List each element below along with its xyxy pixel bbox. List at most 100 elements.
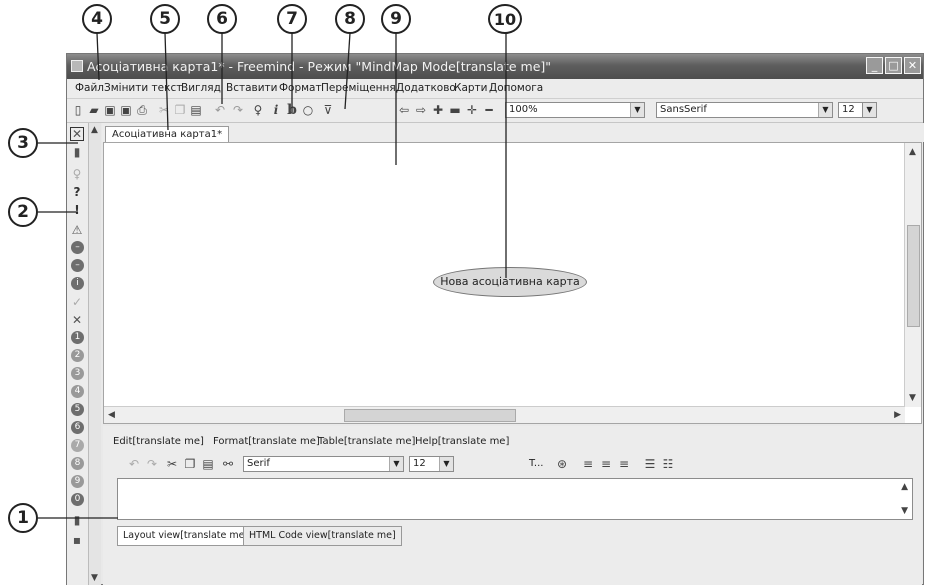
exclamation-icon[interactable]: ! <box>70 203 84 217</box>
forward-arrow-icon[interactable]: ⇨ <box>414 103 428 117</box>
flag-icon[interactable]: ▪ <box>70 533 84 547</box>
scroll-thumb[interactable] <box>344 409 516 422</box>
priority-0-icon[interactable]: 0 <box>71 493 84 506</box>
info-icon[interactable]: i <box>71 277 84 290</box>
font-family-select[interactable]: SansSerif ▼ <box>656 102 833 118</box>
binoculars-icon[interactable]: ⚯ <box>221 457 235 471</box>
warning-icon[interactable]: ⚠ <box>70 223 84 237</box>
note-text-area[interactable]: ▲ ▼ <box>117 478 913 520</box>
icon-toolbar: ✕ ▮ ♀ ? ! ⚠ – – i ✓ ✕ 1 2 3 4 5 6 7 8 9 … <box>67 123 89 585</box>
root-node[interactable]: Нова асоціативна карта <box>433 267 587 297</box>
editor-font-select[interactable]: Serif ▼ <box>243 456 404 472</box>
new-file-icon[interactable]: ▯ <box>71 103 85 117</box>
bullet-list-icon[interactable]: ☰ <box>643 457 657 471</box>
scroll-down-icon[interactable]: ▼ <box>901 506 908 516</box>
minus-icon[interactable]: ▬ <box>448 103 462 117</box>
menu-tools[interactable]: Додатково <box>396 82 456 94</box>
align-right-icon[interactable]: ≡ <box>617 457 631 471</box>
italic-icon[interactable]: i <box>269 103 283 117</box>
priority-5-icon[interactable]: 5 <box>71 403 84 416</box>
priority-9-icon[interactable]: 9 <box>71 475 84 488</box>
editor-menu-table[interactable]: Table[translate me] <box>318 436 415 447</box>
align-center-icon[interactable]: ≡ <box>599 457 613 471</box>
stop-icon[interactable]: – <box>71 241 84 254</box>
copy-icon[interactable]: ❐ <box>183 457 197 471</box>
tab-layout-view[interactable]: Layout view[translate me] <box>117 526 255 546</box>
priority-7-icon[interactable]: 7 <box>71 439 84 452</box>
scroll-down-icon[interactable]: ▼ <box>91 573 98 583</box>
menu-view[interactable]: Вигляд <box>181 82 221 94</box>
priority-6-icon[interactable]: 6 <box>71 421 84 434</box>
tab-map[interactable]: Асоціативна карта1* <box>105 126 230 143</box>
editor-menu-help[interactable]: Help[translate me] <box>415 436 509 447</box>
globe-icon[interactable]: ⊛ <box>555 457 569 471</box>
align-left-icon[interactable]: ≡ <box>581 457 595 471</box>
chevron-down-icon: ▼ <box>439 457 453 471</box>
minus-circle-icon[interactable]: – <box>71 259 84 272</box>
numbered-list-icon[interactable]: ☷ <box>661 457 675 471</box>
cloud-icon[interactable]: ○ <box>301 103 315 117</box>
priority-2-icon[interactable]: 2 <box>71 349 84 362</box>
font-size-select[interactable]: 12 ▼ <box>838 102 877 118</box>
idea-icon[interactable]: ♀ <box>70 167 84 181</box>
menu-insert[interactable]: Вставити <box>226 82 277 94</box>
bold-icon[interactable]: b <box>285 102 299 118</box>
phone-icon[interactable]: ▮ <box>70 513 84 527</box>
menu-edit[interactable]: Змінити текст <box>104 82 182 94</box>
scroll-up-icon[interactable]: ▲ <box>901 482 908 492</box>
menu-format[interactable]: Формат <box>279 82 322 94</box>
scroll-up-icon[interactable]: ▲ <box>91 125 98 135</box>
priority-8-icon[interactable]: 8 <box>71 457 84 470</box>
minimize-button[interactable]: _ <box>866 57 883 74</box>
paste-icon[interactable]: ▤ <box>189 103 203 117</box>
cross-icon[interactable]: ✕ <box>70 313 84 327</box>
check-icon[interactable]: ✓ <box>70 295 84 309</box>
editor-menu-edit[interactable]: Edit[translate me] <box>113 436 204 447</box>
trash-icon[interactable]: ▮ <box>70 145 84 159</box>
redo-icon[interactable]: ↷ <box>145 457 159 471</box>
icon-toolbar-scrollbar[interactable]: ▲ ▼ <box>89 123 101 585</box>
editor-size-select[interactable]: 12 ▼ <box>409 456 454 472</box>
menu-maps[interactable]: Карти <box>454 82 488 94</box>
remove-last-icon[interactable]: ✕ <box>70 127 84 141</box>
close-button[interactable]: ✕ <box>904 57 921 74</box>
scroll-down-icon[interactable]: ▼ <box>909 393 916 403</box>
canvas-vertical-scrollbar[interactable]: ▲ ▼ <box>904 143 921 407</box>
scroll-left-icon[interactable]: ◀ <box>108 410 115 420</box>
bulb-icon[interactable]: ♀ <box>251 103 265 117</box>
copy-icon[interactable]: ❐ <box>173 103 187 117</box>
save-icon[interactable]: ▣ <box>103 103 117 117</box>
plus-icon[interactable]: ✛ <box>465 103 479 117</box>
zoom-in-icon[interactable]: ✚ <box>431 103 445 117</box>
undo-icon[interactable]: ↶ <box>213 103 227 117</box>
undo-icon[interactable]: ↶ <box>127 457 141 471</box>
redo-icon[interactable]: ↷ <box>231 103 245 117</box>
tab-html-code-view[interactable]: HTML Code view[translate me] <box>243 526 402 546</box>
filter-icon[interactable]: ⊽ <box>321 103 335 117</box>
menu-file[interactable]: Файл <box>75 82 104 94</box>
zoom-out-icon[interactable]: ━ <box>482 103 496 117</box>
canvas-horizontal-scrollbar[interactable]: ◀ ▶ <box>104 406 905 423</box>
chevron-down-icon: ▼ <box>630 103 644 117</box>
zoom-select[interactable]: 100% ▼ <box>505 102 645 118</box>
question-icon[interactable]: ? <box>70 185 84 199</box>
menu-help[interactable]: Допомога <box>489 82 543 94</box>
maximize-button[interactable]: □ <box>885 57 902 74</box>
priority-4-icon[interactable]: 4 <box>71 385 84 398</box>
back-arrow-icon[interactable]: ⇦ <box>397 103 411 117</box>
priority-3-icon[interactable]: 3 <box>71 367 84 380</box>
open-file-icon[interactable]: ▰ <box>87 103 101 117</box>
scroll-right-icon[interactable]: ▶ <box>894 410 901 420</box>
map-canvas[interactable]: Нова асоціативна карта ▲ ▼ ◀ ▶ <box>103 142 922 424</box>
priority-1-icon[interactable]: 1 <box>71 331 84 344</box>
scroll-up-icon[interactable]: ▲ <box>909 147 916 157</box>
cut-icon[interactable]: ✂ <box>157 103 171 117</box>
menu-navigate[interactable]: Переміщення <box>321 82 396 94</box>
scroll-thumb[interactable] <box>907 225 920 327</box>
print-icon[interactable]: ⎙ <box>135 103 149 117</box>
editor-menu-format[interactable]: Format[translate me] <box>213 436 320 447</box>
paste-icon[interactable]: ▤ <box>201 457 215 471</box>
text-color-label[interactable]: T... <box>529 458 543 469</box>
cut-icon[interactable]: ✂ <box>165 457 179 471</box>
save-as-icon[interactable]: ▣ <box>119 103 133 117</box>
